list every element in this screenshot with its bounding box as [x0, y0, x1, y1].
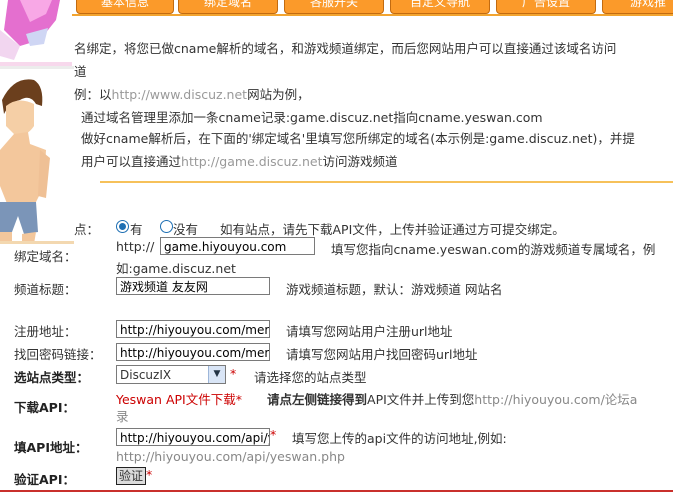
boy-illustration — [0, 66, 74, 244]
domain-prefix: http:// — [116, 239, 155, 254]
instruction-line-6: 用户可以直接通过http://game.discuz.net访问游戏频道 — [81, 151, 398, 170]
instruction-line-2: 道 — [74, 64, 87, 79]
site-type-label: 选站点类型： — [14, 370, 90, 385]
chevron-down-icon[interactable]: ▼ — [208, 366, 225, 383]
site-type-value: DiscuzIX — [120, 368, 172, 382]
tab-basic-info[interactable]: 基本信息 — [76, 0, 174, 14]
access-url: http://game.discuz.net — [181, 154, 323, 169]
download-api-link-text[interactable]: Yeswan API文件下载 — [116, 392, 236, 407]
download-hint-url: http://hiyouyou.com/论坛a — [474, 392, 638, 407]
instruction-line-3: 例：以http://www.discuz.net网站为例， — [74, 84, 310, 103]
title-label: 频道标题： — [14, 282, 77, 297]
tab-server-switch[interactable]: 各服开关 — [284, 0, 384, 14]
recover-label: 找回密码链接： — [14, 347, 102, 362]
domain-hint: 填写您指向cname.yeswan.com的游戏频道专属域名，例 — [331, 242, 656, 257]
title-hint: 游戏频道标题，默认：游戏频道 网站名 — [286, 282, 503, 297]
download-hint-bold: 请点左侧链接得到 — [267, 392, 368, 407]
radio-yes-label: 有 — [130, 222, 143, 237]
section-divider — [100, 181, 673, 183]
tab-underline — [70, 14, 673, 16]
register-input[interactable]: http://hiyouyou.com/mem — [116, 320, 270, 338]
instruction-line-1: 名绑定，将您已做cname解析的域名，和游戏频道绑定，而后您网站用户可以直接通过… — [74, 41, 617, 56]
radio-no-label: 没有 — [173, 222, 199, 237]
download-required: * — [235, 392, 242, 407]
register-label: 注册地址： — [14, 324, 77, 339]
tab-custom-nav[interactable]: 自定义导航 — [390, 0, 490, 14]
instruction-line-5: 做好cname解析后，在下面的'绑定域名'里填写您所绑定的域名(本示例是:gam… — [81, 131, 635, 146]
recover-hint: 请填写您网站用户找回密码url地址 — [286, 347, 478, 362]
download-api-label: 下载API： — [14, 400, 75, 415]
api-url-hint: 填写您上传的api文件的访问地址,例如: — [292, 431, 507, 446]
example-url: http://www.discuz.net — [111, 87, 248, 102]
download-api-link[interactable]: Yeswan API文件下载* — [116, 389, 242, 408]
instruction-example-suffix: 网站为例， — [247, 87, 310, 102]
verify-api-label: 验证API： — [14, 472, 75, 487]
download-hint: 请点左侧链接得到API文件并上传到您http://hiyouyou.com/论坛… — [267, 389, 637, 408]
title-input[interactable]: 游戏频道 友友网 — [116, 277, 270, 295]
verify-required: * — [146, 467, 153, 482]
site-type-select[interactable]: DiscuzIX ▼ — [116, 365, 226, 384]
recover-input[interactable]: http://hiyouyou.com/mem — [116, 343, 270, 361]
site-label: 点： — [74, 222, 100, 237]
download-hint-text: API文件并上传到您 — [367, 392, 475, 407]
instruction-access-suffix: 访问游戏频道 — [322, 154, 398, 169]
api-url-required: * — [270, 427, 277, 442]
tab-ad-settings[interactable]: 广告设置 — [496, 0, 596, 14]
radio-yes[interactable] — [116, 220, 129, 233]
tab-bind-domain[interactable]: 绑定域名 — [178, 0, 278, 14]
site-type-hint: 请选择您的站点类型 — [254, 370, 367, 385]
instruction-line-4: 通过域名管理里添加一条cname记录:game.discuz.net指向cnam… — [81, 110, 543, 125]
instruction-access-prefix: 用户可以直接通过 — [81, 154, 182, 169]
instruction-example-prefix: 例：以 — [74, 87, 112, 102]
domain-label: 绑定域名： — [14, 249, 77, 264]
domain-hint-example: 如:game.discuz.net — [116, 261, 236, 276]
girl-illustration — [0, 0, 72, 66]
register-hint: 请填写您网站用户注册url地址 — [286, 324, 453, 339]
tab-game-promo[interactable]: 游戏推 — [602, 0, 673, 14]
tab-bar: 基本信息 绑定域名 各服开关 自定义导航 广告设置 游戏推 — [70, 0, 673, 14]
verify-button[interactable]: 验证 — [116, 467, 147, 485]
bottom-divider — [0, 490, 673, 492]
api-url-label: 填API地址： — [14, 440, 88, 455]
api-url-input[interactable]: http://hiyouyou.com/api/ye — [116, 428, 270, 446]
site-type-required: * — [230, 366, 237, 381]
site-hint: 如有站点，请先下载API文件，上传并验证通过方可提交绑定。 — [220, 222, 565, 237]
domain-input[interactable]: game.hiyouyou.com — [160, 237, 315, 255]
download-hint-cont: 录 — [116, 409, 129, 424]
api-url-example: http://hiyouyou.com/api/yeswan.php — [116, 449, 345, 464]
radio-no[interactable] — [160, 220, 173, 233]
